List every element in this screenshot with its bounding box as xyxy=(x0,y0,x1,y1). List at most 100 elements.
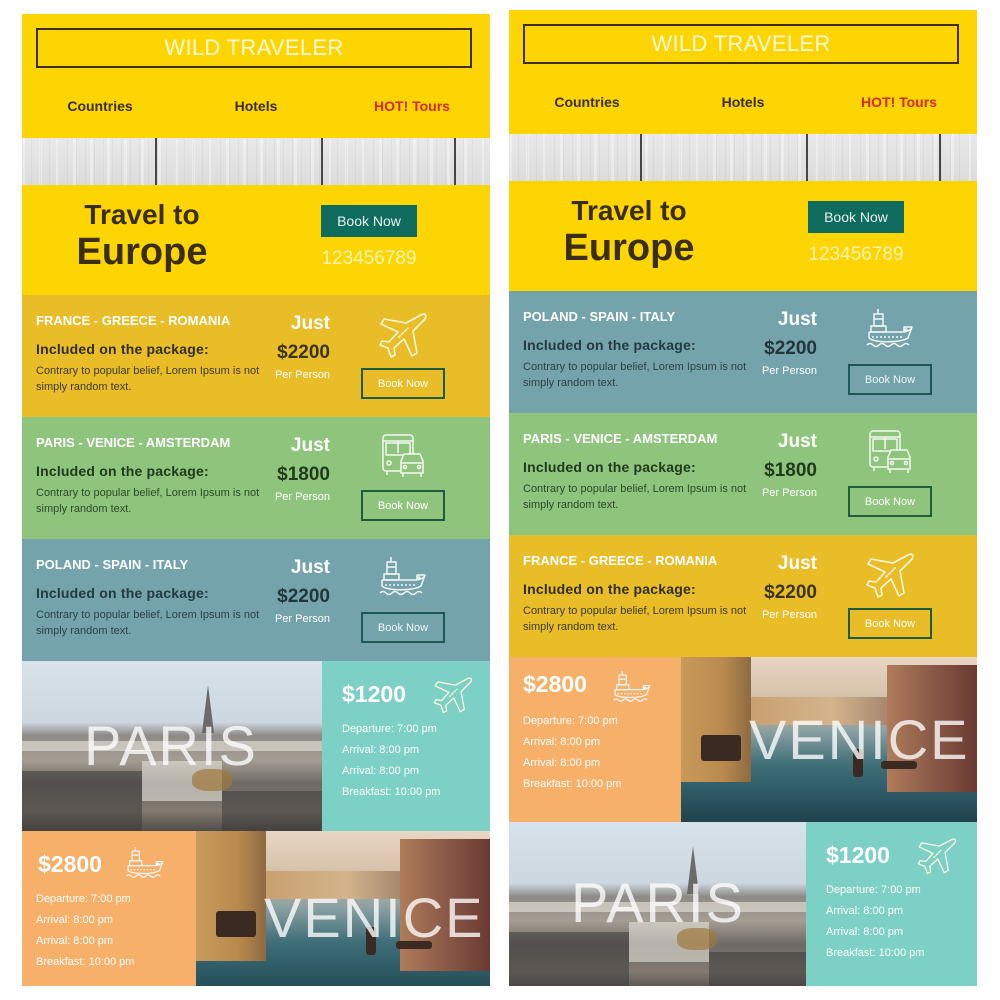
nav-hot-tours[interactable]: HOT! Tours xyxy=(334,98,490,126)
itinerary-line: Arrival: 8:00 pm xyxy=(523,736,601,748)
email-preview-right: WILD TRAVELER Countries Hotels HOT! Tour… xyxy=(509,10,977,986)
itinerary-line: Departure: 7:00 pm xyxy=(342,723,437,735)
tour-per-person: Per Person xyxy=(274,613,330,625)
nav-hotels[interactable]: Hotels xyxy=(178,98,334,126)
tour-row: PARIS - VENICE - AMSTERDAM Included on t… xyxy=(22,417,490,539)
tour-per-person: Per Person xyxy=(274,369,330,381)
tour-price: $2200 xyxy=(764,582,817,603)
hero-phone[interactable]: 123456789 xyxy=(789,244,923,266)
tour-per-person: Per Person xyxy=(761,487,817,499)
hero-title-line1: Travel to xyxy=(571,195,687,226)
airplane-icon xyxy=(917,838,957,875)
destination-info: $2800 Departure: 7:00 pm Arrival: 8:00 p… xyxy=(22,831,196,986)
hero-title-line1: Travel to xyxy=(84,199,200,230)
tour-book-now-button[interactable]: Book Now xyxy=(361,490,445,521)
itinerary: Departure: 7:00 pm Arrival: 8:00 pm Arri… xyxy=(523,711,621,795)
tour-just: Just xyxy=(777,553,817,574)
itinerary-line: Arrival: 8:00 pm xyxy=(523,757,601,769)
airplane-icon xyxy=(379,313,427,358)
tour-just: Just xyxy=(777,431,817,452)
itinerary-line: Arrival: 8:00 pm xyxy=(826,926,904,938)
nav-bar: Countries Hotels HOT! Tours xyxy=(22,98,490,126)
tour-included-label: Included on the package: xyxy=(523,337,696,353)
brand-logo[interactable]: WILD TRAVELER xyxy=(36,28,472,68)
venice-photo: VENICE xyxy=(196,831,490,986)
itinerary-line: Arrival: 8:00 pm xyxy=(826,905,904,917)
city-label: VENICE xyxy=(264,886,485,949)
hero-book-now-button[interactable]: Book Now xyxy=(808,201,904,233)
tour-description: Contrary to popular belief, Lorem Ipsum … xyxy=(523,361,747,389)
paris-photo: PARIS xyxy=(509,822,806,986)
wood-banner xyxy=(22,138,490,185)
tour-route: POLAND - SPAIN - ITALY xyxy=(36,557,189,572)
destination-info: $2800 Departure: 7:00 pm Arrival: 8:00 p… xyxy=(509,657,681,822)
ship-icon xyxy=(125,846,164,878)
ship-icon xyxy=(379,556,426,596)
hero-phone[interactable]: 123456789 xyxy=(302,248,436,270)
nav-hot-tours[interactable]: HOT! Tours xyxy=(821,94,977,122)
paris-photo: PARIS xyxy=(22,661,322,831)
nav-bar: Countries Hotels HOT! Tours xyxy=(509,94,977,122)
destination-price: $2800 xyxy=(38,851,102,877)
hero-title: Travel to Europe xyxy=(509,195,749,269)
itinerary-line: Arrival: 8:00 pm xyxy=(342,744,420,756)
tour-price: $1800 xyxy=(277,464,330,485)
itinerary-line: Arrival: 8:00 pm xyxy=(36,935,114,947)
tour-book-now-button[interactable]: Book Now xyxy=(361,368,445,399)
tour-book-now-button[interactable]: Book Now xyxy=(848,364,932,395)
tour-included-label: Included on the package: xyxy=(523,459,696,475)
itinerary-line: Breakfast: 10:00 pm xyxy=(826,947,925,959)
hero-book-now-button[interactable]: Book Now xyxy=(321,205,417,237)
tour-route: PARIS - VENICE - AMSTERDAM xyxy=(36,435,231,450)
tour-description: Contrary to popular belief, Lorem Ipsum … xyxy=(523,483,747,511)
brand-logo[interactable]: WILD TRAVELER xyxy=(523,24,959,64)
bus-car-icon xyxy=(869,430,911,474)
itinerary-line: Arrival: 8:00 pm xyxy=(342,765,420,777)
header: WILD TRAVELER Countries Hotels HOT! Tour… xyxy=(22,14,490,138)
itinerary: Departure: 7:00 pm Arrival: 8:00 pm Arri… xyxy=(826,880,924,964)
tour-per-person: Per Person xyxy=(274,491,330,503)
tour-price: $1800 xyxy=(764,460,817,481)
nav-hotels[interactable]: Hotels xyxy=(665,94,821,122)
venice-photo: VENICE xyxy=(681,657,977,822)
email-preview-left: WILD TRAVELER Countries Hotels HOT! Tour… xyxy=(22,14,490,986)
tour-description: Contrary to popular belief, Lorem Ipsum … xyxy=(36,365,260,393)
tour-just: Just xyxy=(290,313,330,334)
nav-countries[interactable]: Countries xyxy=(509,94,665,122)
destination-venice: $2800 Departure: 7:00 pm Arrival: 8:00 p… xyxy=(509,657,977,822)
tour-just: Just xyxy=(290,557,330,578)
tour-included-label: Included on the package: xyxy=(523,581,696,597)
itinerary-line: Breakfast: 10:00 pm xyxy=(523,778,622,790)
hero-title-line2: Europe xyxy=(76,231,208,273)
tour-row: FRANCE - GREECE - ROMANIA Included on th… xyxy=(509,535,977,657)
nav-countries[interactable]: Countries xyxy=(22,98,178,126)
tour-included-label: Included on the package: xyxy=(36,463,209,479)
itinerary-line: Departure: 7:00 pm xyxy=(36,893,131,905)
itinerary-line: Arrival: 8:00 pm xyxy=(36,914,114,926)
header: WILD TRAVELER Countries Hotels HOT! Tour… xyxy=(509,10,977,134)
tour-price: $2200 xyxy=(764,338,817,359)
destination-paris: PARIS $1200 Departure: 7:00 pm Arrival: … xyxy=(509,822,977,986)
airplane-icon xyxy=(433,677,473,714)
destination-price: $2800 xyxy=(523,671,587,697)
tour-book-now-button[interactable]: Book Now xyxy=(361,612,445,643)
tour-description: Contrary to popular belief, Lorem Ipsum … xyxy=(36,487,260,515)
tour-book-now-button[interactable]: Book Now xyxy=(848,608,932,639)
tour-included-label: Included on the package: xyxy=(36,341,209,357)
ship-icon xyxy=(866,308,913,348)
tour-per-person: Per Person xyxy=(761,609,817,621)
tour-just: Just xyxy=(290,435,330,456)
city-label: VENICE xyxy=(749,708,970,771)
itinerary-line: Breakfast: 10:00 pm xyxy=(342,786,441,798)
destination-info: $1200 Departure: 7:00 pm Arrival: 8:00 p… xyxy=(322,661,490,831)
tour-included-label: Included on the package: xyxy=(36,585,209,601)
airplane-icon xyxy=(866,553,914,598)
bus-car-icon xyxy=(382,434,424,478)
hero-title-line2: Europe xyxy=(563,227,695,269)
hero: Travel to Europe Book Now 123456789 xyxy=(22,185,490,295)
tour-route: PARIS - VENICE - AMSTERDAM xyxy=(523,431,718,446)
hero-title: Travel to Europe xyxy=(22,199,262,273)
destination-venice: $2800 Departure: 7:00 pm Arrival: 8:00 p… xyxy=(22,831,490,986)
tour-book-now-button[interactable]: Book Now xyxy=(848,486,932,517)
itinerary-line: Departure: 7:00 pm xyxy=(523,715,618,727)
